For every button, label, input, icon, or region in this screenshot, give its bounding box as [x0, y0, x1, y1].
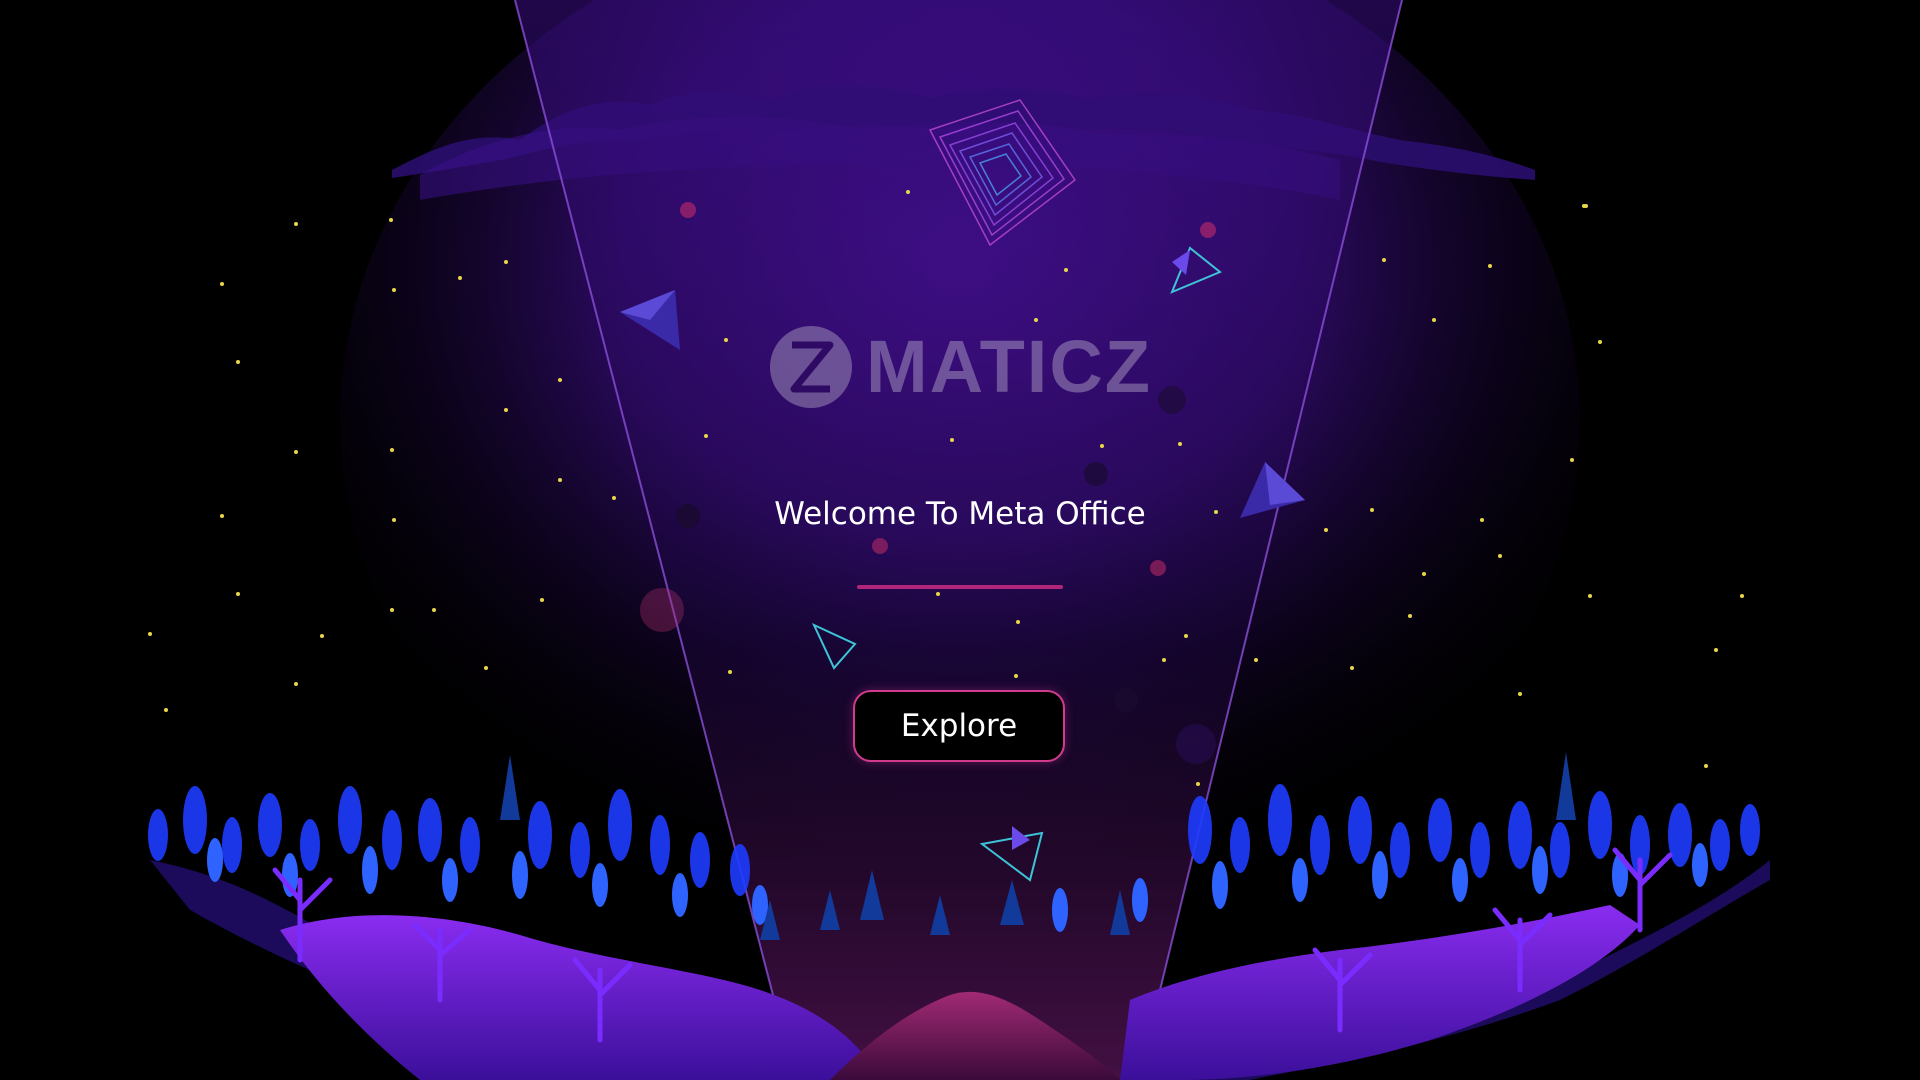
title-underline [857, 585, 1063, 589]
z-hourglass-logo-icon [770, 326, 852, 408]
explore-button[interactable]: Explore [853, 690, 1065, 762]
brand-logo: MATICZ [770, 322, 1150, 412]
brand-name: MATICZ [866, 325, 1152, 408]
welcome-title: Welcome To Meta Office [774, 496, 1146, 532]
landing-overlay: MATICZ Welcome To Meta Office Explore [0, 0, 1920, 1080]
